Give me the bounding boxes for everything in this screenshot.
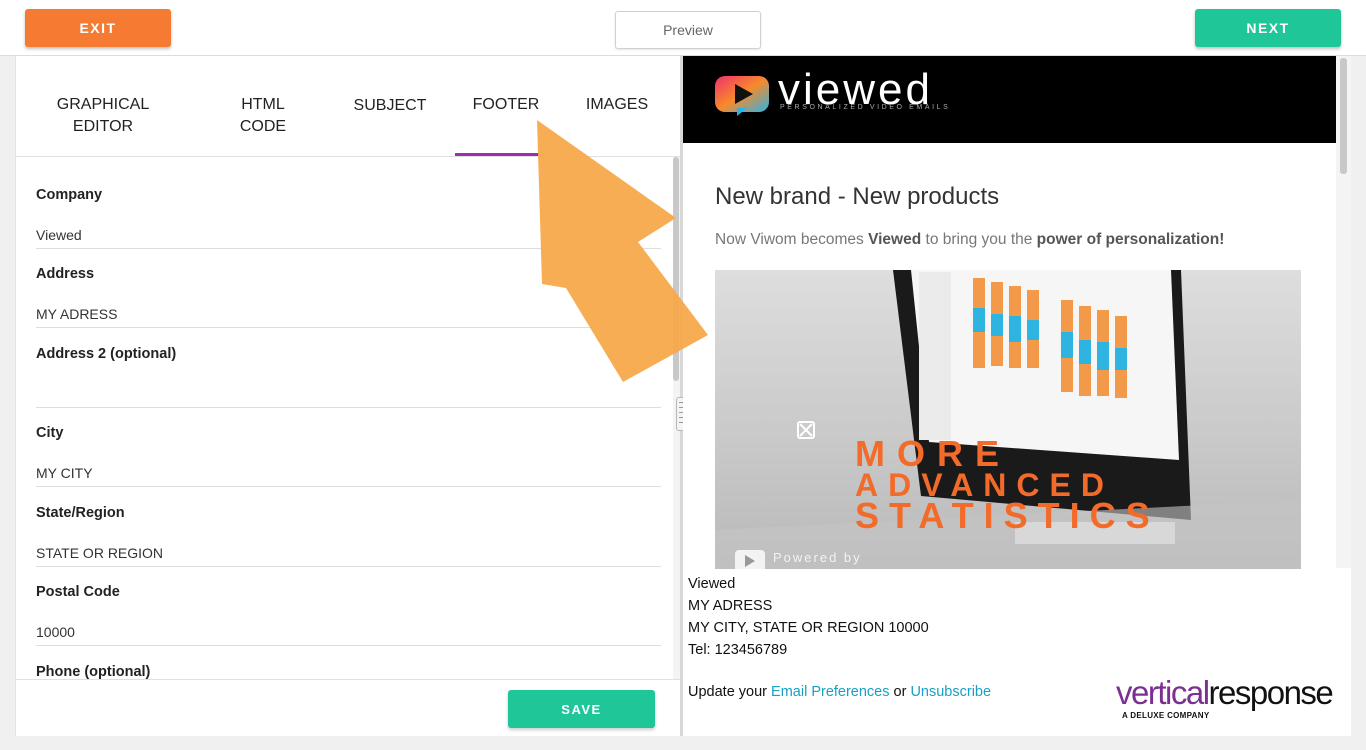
form-scrollbar-thumb[interactable]: [673, 157, 679, 381]
footer-form: Company Viewed Address MY ADRESS Address…: [16, 157, 681, 679]
address2-label: Address 2 (optional): [36, 346, 177, 362]
postal-code-field[interactable]: 10000: [36, 624, 75, 640]
tab-html-code-line2: CODE: [239, 118, 287, 135]
verticalresponse-logo: verticalresponse A DELUXE COMPANY: [1116, 674, 1334, 721]
address-field-underline: [36, 327, 661, 328]
play-icon[interactable]: [735, 550, 765, 569]
address-field[interactable]: MY ADRESS: [36, 306, 117, 322]
tab-html-code-line1: HTML: [241, 96, 285, 113]
viewed-logo-icon: [715, 76, 769, 116]
subheadline-brand: Viewed: [868, 231, 922, 248]
pref-prefix: Update your: [688, 684, 772, 700]
email-header: viewed PERSONALIZED VIDEO EMAILS: [683, 56, 1336, 143]
verticalresponse-logo-text: verticalresponse: [1116, 674, 1334, 711]
footer-address: MY ADRESS: [688, 598, 773, 614]
state-field-underline: [36, 566, 661, 567]
exit-button[interactable]: EXIT: [25, 9, 171, 47]
editor-tabs: GRAPHICAL EDITOR HTML CODE SUBJECT FOOTE…: [16, 56, 681, 157]
email-footer-address: Viewed MY ADRESS MY CITY, STATE OR REGIO…: [688, 573, 929, 661]
tab-images[interactable]: IMAGES: [582, 94, 652, 116]
unsubscribe-link[interactable]: Unsubscribe: [910, 684, 991, 700]
email-preferences-link[interactable]: Email Preferences: [771, 684, 889, 700]
subheadline-strong: power of personalization!: [1036, 231, 1225, 248]
city-field-underline: [36, 486, 661, 487]
save-button[interactable]: SAVE: [508, 690, 655, 728]
vr-logo-tagline: A DELUXE COMPANY: [1122, 711, 1210, 720]
hero-watermark: Powered by: [773, 550, 862, 565]
save-bar: SAVE: [16, 679, 681, 736]
address2-field-underline: [36, 407, 661, 408]
tab-subject[interactable]: SUBJECT: [350, 95, 430, 117]
postal-code-field-underline: [36, 645, 661, 646]
preview-button[interactable]: Preview: [615, 11, 761, 49]
tab-graphical-editor[interactable]: GRAPHICAL EDITOR: [48, 94, 158, 138]
footer-phone: Tel: 123456789: [688, 642, 788, 658]
subheadline-part: to bring you the: [921, 231, 1037, 248]
phone-label: Phone (optional): [36, 664, 151, 679]
top-bar: EXIT Preview NEXT: [0, 0, 1366, 56]
company-field-underline: [36, 248, 661, 249]
postal-code-label: Postal Code: [36, 584, 120, 600]
hero-illustration: MORE ADVANCED STATISTICS Powered by: [715, 270, 1301, 569]
email-headline: New brand - New products: [715, 183, 1000, 210]
subheadline-part: Now Viwom becomes: [715, 231, 869, 248]
editor-panel: GRAPHICAL EDITOR HTML CODE SUBJECT FOOTE…: [15, 56, 681, 736]
vr-logo-vertical: vertical: [1116, 674, 1210, 711]
footer-city-line: MY CITY, STATE OR REGION 10000: [688, 620, 929, 636]
tab-graphical-editor-line1: GRAPHICAL: [56, 96, 150, 113]
hero-text-line3: STATISTICS: [855, 495, 1160, 536]
address-label: Address: [36, 266, 95, 282]
next-button[interactable]: NEXT: [1195, 9, 1341, 47]
city-field[interactable]: MY CITY: [36, 465, 93, 481]
tab-footer[interactable]: FOOTER: [468, 94, 544, 116]
tab-html-code[interactable]: HTML CODE: [228, 94, 298, 138]
company-label: Company: [36, 187, 103, 203]
email-preview: viewed PERSONALIZED VIDEO EMAILS New bra…: [683, 56, 1351, 736]
viewed-logo-tagline: PERSONALIZED VIDEO EMAILS: [780, 104, 951, 111]
vr-logo-response: response: [1208, 674, 1334, 711]
email-subheadline: Now Viwom becomes Viewed to bring you th…: [715, 231, 1224, 249]
preview-scrollbar-thumb[interactable]: [1340, 58, 1347, 174]
email-preferences-line: Update your Email Preferences or Unsubsc…: [688, 684, 991, 700]
city-label: City: [36, 425, 64, 441]
state-field[interactable]: STATE OR REGION: [36, 545, 163, 561]
footer-company: Viewed: [688, 576, 736, 592]
company-field[interactable]: Viewed: [36, 227, 82, 243]
hero-video-image[interactable]: MORE ADVANCED STATISTICS Powered by: [715, 270, 1301, 569]
pref-or: or: [889, 684, 911, 700]
active-tab-indicator: [455, 153, 539, 156]
state-label: State/Region: [36, 505, 125, 521]
tab-graphical-editor-line2: EDITOR: [72, 118, 134, 135]
